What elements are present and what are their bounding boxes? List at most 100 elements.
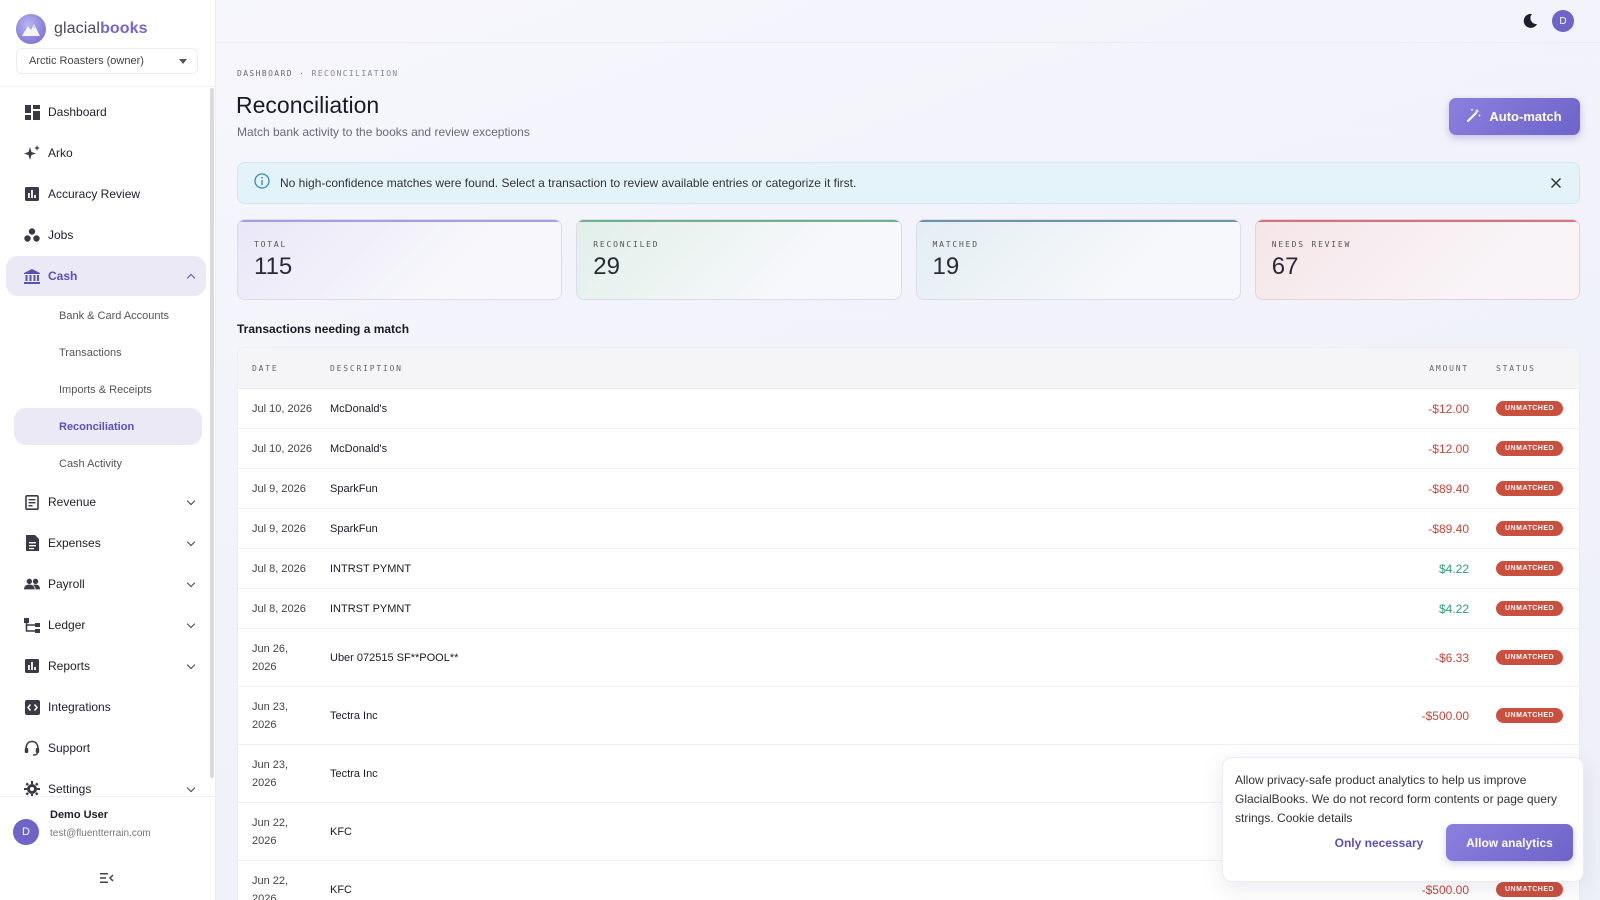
close-alert-button[interactable] — [1549, 176, 1563, 190]
stat-label: TOTAL — [254, 240, 288, 249]
theme-toggle-button[interactable] — [1521, 12, 1539, 30]
cell-amount: -$89.40 — [1428, 481, 1469, 496]
user-email: test@fluentterrain.com — [50, 828, 151, 839]
brand[interactable]: glacialbooks — [16, 14, 148, 44]
cell-date: Jul 10, 2026 — [252, 402, 312, 415]
nav-divider — [0, 86, 216, 87]
cell-description: McDonald's — [330, 402, 388, 415]
bank-icon — [24, 268, 40, 284]
cell-description: KFC — [330, 825, 352, 838]
sidebar-subitem-label: Reconciliation — [59, 420, 135, 433]
auto-match-button[interactable]: Auto-match — [1449, 98, 1580, 135]
allow-analytics-button[interactable]: Allow analytics — [1446, 824, 1573, 861]
cell-status: UNMATCHED — [1469, 561, 1579, 576]
column-header-description[interactable]: DESCRIPTION — [330, 364, 1349, 373]
alert-message: No high-confidence matches were found. S… — [280, 176, 857, 190]
sidebar-item-expenses[interactable]: Expenses — [6, 523, 206, 563]
cell-status: UNMATCHED — [1469, 441, 1579, 456]
stat-label: MATCHED — [932, 240, 979, 249]
table-row[interactable]: Jul 10, 2026 McDonald's -$12.00 UNMATCHED — [238, 389, 1579, 429]
user-name: Demo User — [50, 809, 109, 821]
table-row[interactable]: Jun 23, 2026 Tectra Inc -$500.00 UNMATCHED — [238, 687, 1579, 745]
cookie-text: Allow privacy-safe product analytics to … — [1235, 771, 1570, 828]
cell-description: INTRST PYMNT — [330, 562, 412, 575]
sidebar-subitem-bank-card-accounts[interactable]: Bank & Card Accounts — [14, 297, 202, 334]
sidebar-item-arko[interactable]: Arko — [6, 133, 206, 173]
cell-date: Jun 23, 2026 — [252, 758, 289, 789]
sidebar-item-label: Payroll — [48, 577, 85, 591]
sidebar-item-accuracy-review[interactable]: Accuracy Review — [6, 174, 206, 214]
cell-amount: -$6.33 — [1434, 650, 1469, 665]
cell-description: INTRST PYMNT — [330, 602, 412, 615]
sidebar-item-integrations[interactable]: Integrations — [6, 687, 206, 727]
cell-description: McDonald's — [330, 442, 388, 455]
cell-date: Jul 9, 2026 — [252, 482, 306, 495]
sidebar-item-label: Accuracy Review — [48, 187, 141, 201]
sidebar-item-support[interactable]: Support — [6, 728, 206, 768]
user-profile[interactable]: D Demo User test@fluentterrain.com — [0, 796, 216, 856]
sidebar-item-label: Settings — [48, 782, 92, 796]
jobs-icon — [24, 227, 40, 243]
sidebar-item-cash[interactable]: Cash — [6, 256, 206, 296]
status-badge: UNMATCHED — [1496, 708, 1564, 723]
sidebar-subitem-cash-activity[interactable]: Cash Activity — [14, 445, 202, 482]
auto-match-label: Auto-match — [1489, 109, 1562, 124]
column-header-date[interactable]: DATE — [238, 364, 330, 373]
cell-amount: -$89.40 — [1428, 521, 1469, 536]
ledger-icon — [24, 617, 40, 633]
account-avatar-button[interactable]: D — [1552, 10, 1574, 32]
organization-select[interactable]: Arctic Roasters (owner) — [16, 48, 198, 74]
sidebar-scrollbar[interactable] — [210, 88, 214, 778]
table-row[interactable]: Jul 8, 2026 INTRST PYMNT $4.22 UNMATCHED — [238, 549, 1579, 589]
cell-amount: -$500.00 — [1421, 708, 1469, 723]
breadcrumb-current: RECONCILIATION — [311, 69, 399, 78]
sidebar-item-ledger[interactable]: Ledger — [6, 605, 206, 645]
sidebar-subitem-imports-receipts[interactable]: Imports & Receipts — [14, 371, 202, 408]
breadcrumb-link-dashboard[interactable]: DASHBOARD — [237, 69, 293, 78]
cookie-details-link[interactable]: Cookie details — [1277, 811, 1352, 825]
stat-value: 67 — [1271, 253, 1299, 280]
cell-date: Jun 22, 2026 — [252, 874, 289, 900]
gear-icon — [24, 781, 40, 797]
chevron-down-icon — [186, 619, 196, 628]
stat-label: NEEDS REVIEW — [1271, 240, 1352, 249]
sidebar-item-label: Reports — [48, 659, 91, 673]
cell-date: Jun 26, 2026 — [252, 642, 289, 673]
sidebar-item-revenue[interactable]: Revenue — [6, 482, 206, 522]
cell-description: SparkFun — [330, 482, 378, 495]
cell-status: UNMATCHED — [1469, 521, 1579, 536]
collapse-sidebar-button[interactable] — [96, 869, 118, 891]
cell-amount: $4.22 — [1438, 561, 1469, 576]
sidebar-item-label: Ledger — [48, 618, 86, 632]
sidebar-item-label: Dashboard — [48, 105, 107, 119]
cell-date: Jun 22, 2026 — [252, 816, 289, 847]
sidebar-item-dashboard[interactable]: Dashboard — [6, 92, 206, 132]
only-necessary-button[interactable]: Only necessary — [1323, 825, 1435, 861]
cell-date: Jul 8, 2026 — [252, 602, 306, 615]
sidebar-subitem-transactions[interactable]: Transactions — [14, 334, 202, 371]
table-row[interactable]: Jul 9, 2026 SparkFun -$89.40 UNMATCHED — [238, 469, 1579, 509]
sidebar-subitem-reconciliation[interactable]: Reconciliation — [14, 408, 202, 445]
glacier-logo-icon — [16, 14, 46, 44]
sidebar-item-reports[interactable]: Reports — [6, 646, 206, 686]
column-header-status[interactable]: STATUS — [1469, 364, 1579, 373]
table-row[interactable]: Jul 10, 2026 McDonald's -$12.00 UNMATCHED — [238, 429, 1579, 469]
cell-date: Jul 10, 2026 — [252, 442, 312, 455]
status-badge: UNMATCHED — [1496, 481, 1564, 496]
stat-card-reconciled: RECONCILED 29 — [576, 219, 902, 300]
report-icon — [24, 658, 40, 674]
table-row[interactable]: Jul 8, 2026 INTRST PYMNT $4.22 UNMATCHED — [238, 589, 1579, 629]
table-row[interactable]: Jul 9, 2026 SparkFun -$89.40 UNMATCHED — [238, 509, 1579, 549]
sidebar-subitem-label: Bank & Card Accounts — [59, 309, 170, 322]
status-badge: UNMATCHED — [1496, 601, 1564, 616]
status-badge: UNMATCHED — [1496, 561, 1564, 576]
column-header-amount[interactable]: AMOUNT — [1349, 364, 1469, 373]
sidebar-item-jobs[interactable]: Jobs — [6, 215, 206, 255]
sidebar-subitem-label: Cash Activity — [59, 457, 122, 470]
sidebar-item-label: Jobs — [48, 228, 74, 242]
sidebar-item-payroll[interactable]: Payroll — [6, 564, 206, 604]
page-title: Reconciliation — [236, 92, 380, 118]
magic-wand-icon — [1467, 108, 1482, 125]
table-row[interactable]: Jun 26, 2026 Uber 072515 SF**POOL** -$6.33… — [238, 629, 1579, 687]
cell-date: Jun 23, 2026 — [252, 700, 289, 731]
